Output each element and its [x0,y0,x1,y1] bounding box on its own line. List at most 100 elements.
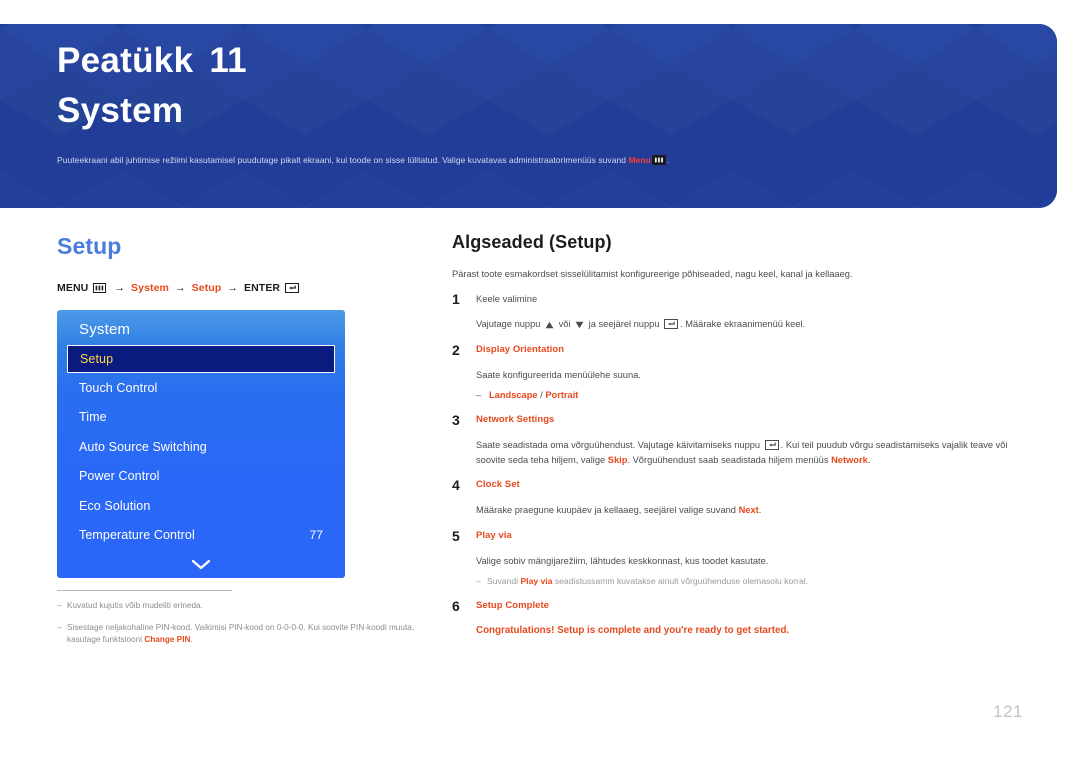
osd-item-power-control[interactable]: Power Control [57,462,345,492]
menu-path-arrow-3: → [227,282,238,294]
step-body: Display Orientation Saate konfigureerida… [476,343,1022,403]
osd-menu-header: System [79,321,131,338]
note-dash: ‒ [476,576,481,586]
footnote-item: ‒ Kuvatud kujutis võib mudeliti erineda. [57,600,417,613]
step-1: 1 Keele valimine Vajutage nuppu või ja s… [452,292,1022,332]
footnote-divider [57,590,232,591]
step-heading: Display Orientation [476,343,565,355]
chevron-down-icon [191,559,211,570]
step-number: 6 [452,598,460,614]
enter-key-icon [764,440,779,450]
step-number: 5 [452,527,460,544]
note-text: Suvandi Play via seadistussamm kuvatakse… [487,575,1022,588]
footnote-text: Kuvatud kujutis võib mudeliti erineda. [67,600,417,613]
osd-item-label: Touch Control [79,380,158,395]
step-paragraph: Vajutage nuppu või ja seejärel nuppu . M… [476,317,1022,332]
osd-menu-panel: System Setup Touch Control Time Auto Sou… [57,310,345,578]
step-heading: Play via [476,529,512,541]
banner-subtitle-period: . [666,155,670,165]
menu-path-menu-label: MENU [57,282,89,294]
osd-item-label: Time [79,410,107,425]
note-text-1: Suvandi [487,576,521,586]
step-note-row: ‒ Suvandi Play via seadistussamm kuvatak… [476,575,1022,588]
note-text-2: seadistussamm kuvatakse ainult võrguühen… [552,576,809,586]
osd-item-setup[interactable]: Setup [67,345,335,373]
footnote-text: Sisestage neljakohaline PIN-kood. Vaikim… [67,622,417,647]
keyword-next: Next [738,505,759,515]
option-dash: ‒ [476,390,482,400]
osd-item-touch-control[interactable]: Touch Control [57,373,345,403]
menu-path-item-system: System [131,282,169,294]
step-paragraph: Saate seadistada oma võrguühendust. Vaju… [476,438,1022,467]
chapter-banner: Peatükk 11 System Puuteekraani abil juhti… [0,24,1057,208]
step-2: 2 Display Orientation Saate konfigureeri… [452,342,1022,403]
menu-bars-icon [93,283,107,293]
step-text-2: või [556,319,574,329]
arrow-up-icon [545,321,554,329]
chapter-number: 11 [209,41,247,80]
osd-scroll-down-button[interactable] [57,559,345,570]
page-title: Setup [57,233,122,259]
menu-path-enter-label: ENTER [244,282,281,294]
menu-path-item-setup: Setup [191,282,222,294]
option-landscape: Landscape [489,390,538,400]
keyword-network: Network [831,454,868,465]
step-3: 3 Network Settings Saate seadistada oma … [452,413,1022,467]
page-number: 121 [993,702,1023,721]
step-paragraph: Saate konfigureerida menüülehe suuna. [476,369,641,380]
step-body: Play via Valige sobiv mängijarežiim, läh… [476,529,1022,589]
step-number: 4 [452,477,460,493]
enter-key-icon [285,283,300,293]
osd-item-auto-source-switching[interactable]: Auto Source Switching [57,432,345,462]
footnote-list: ‒ Kuvatud kujutis võib mudeliti erineda.… [57,600,417,647]
footnote-text-after: . [190,635,193,644]
menu-navigation-path: MENU → System → Setup → ENTER [57,282,417,294]
banner-subtitle: Puuteekraani abil juhtimise režiimi kasu… [57,154,669,166]
step-text-4: . [867,454,871,465]
left-column: Setup MENU → System → Setup → ENTER Syst… [57,232,417,656]
step-text-2: . [758,505,762,515]
footnote-keyword: Change PIN [144,635,191,644]
keyword-play-via: Play via [520,576,553,586]
menu-path-arrow-1: → [114,282,125,294]
footnote-item: ‒ Sisestage neljakohaline PIN-kood. Vaik… [57,622,417,647]
osd-item-time[interactable]: Time [57,403,345,433]
step-heading: Keele valimine [476,294,538,304]
step-6: 6 Setup Complete Congratulations! Setup … [452,599,1022,639]
step-text-1: Määrake praegune kuupäev ja kellaaeg, se… [476,505,739,515]
section-heading: Algseaded (Setup) [452,232,612,252]
step-text-1: Saate seadistada oma võrguühendust. Vaju… [476,440,763,450]
banner-subtitle-keyword: Menu [628,155,651,165]
menu-key-icon [651,155,666,165]
step-number: 3 [452,412,460,428]
step-heading: Setup Complete [476,600,550,611]
osd-item-label: Eco Solution [79,498,151,513]
footnote-dash: ‒ [57,601,62,610]
chapter-heading: Peatükk 11 [57,41,247,81]
banner-subtitle-text: Puuteekraani abil juhtimise režiimi kasu… [57,155,629,165]
section-intro: Pärast toote esmakordset sisselülitamist… [452,269,853,279]
osd-item-label: Temperature Control [79,528,195,543]
keyword-skip: Skip [607,454,628,465]
step-4: 4 Clock Set Määrake praegune kuupäev ja … [452,478,1022,518]
enter-key-icon [664,319,679,329]
right-column: Algseaded (Setup) Pärast toote esmakords… [452,232,1022,639]
step-number: 1 [452,291,460,307]
option-portrait: Portrait [545,390,579,400]
step-heading: Clock Set [476,479,520,490]
step-paragraph: Valige sobiv mängijarežiim, lähtudes kes… [476,555,769,566]
arrow-down-icon [575,321,584,329]
osd-item-temperature-control[interactable]: Temperature Control 77 [57,521,345,551]
step-heading: Network Settings [476,414,555,425]
osd-item-label: Setup [80,352,114,366]
step-body: Network Settings Saate seadistada oma võ… [476,413,1022,467]
osd-item-label: Auto Source Switching [79,439,207,454]
menu-path-arrow-2: → [175,282,186,294]
step-paragraph: Määrake praegune kuupäev ja kellaaeg, se… [476,503,1022,518]
step-paragraph: Congratulations! Setup is complete and y… [476,625,790,636]
footnote-text-main: Sisestage neljakohaline PIN-kood. Vaikim… [67,622,415,645]
chapter-label: Peatükk [57,41,194,80]
step-body: Keele valimine Vajutage nuppu või ja see… [476,292,1022,332]
osd-item-eco-solution[interactable]: Eco Solution [57,491,345,521]
step-text-1: Vajutage nuppu [476,319,544,329]
